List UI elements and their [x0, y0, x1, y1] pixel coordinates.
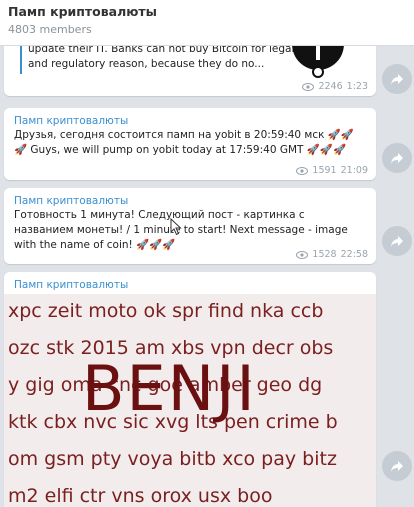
share-button[interactable]: [382, 64, 412, 94]
eye-icon: [296, 250, 309, 259]
channel-title: Памп криптовалюты: [8, 4, 157, 19]
share-icon: [391, 153, 403, 164]
channel-header[interactable]: Памп криптовалюты 4803 members: [0, 0, 414, 46]
share-icon: [391, 236, 403, 247]
share-button[interactable]: [382, 451, 412, 481]
message-bubble: Памп криптовалюты Готовность 1 минута! С…: [4, 188, 376, 264]
message-text: Готовность 1 минута! Следующий пост - ка…: [14, 209, 348, 251]
poster-coin-line: xpc zeit moto ok spr find nka ccb: [8, 300, 324, 322]
poster-coin-line: om gsm pty voya bitb xco pay bitz: [8, 448, 337, 470]
message-time: 21:09: [340, 165, 368, 176]
message-bubble: Памп криптовалюты Друзья, сегодня состои…: [4, 108, 376, 180]
message-meta: 2246 1:23: [302, 81, 368, 92]
message-text: Друзья, сегодня состоится памп на yobit …: [14, 129, 354, 156]
message-text: update their IT. Banks can not buy Bitco…: [28, 46, 295, 70]
message-meta: 1591 21:09: [296, 165, 368, 176]
poster-coin-name: BENJI: [82, 352, 257, 425]
view-count: 1528: [312, 249, 337, 260]
message-sender[interactable]: Памп криптовалюты: [14, 114, 366, 128]
share-button[interactable]: [382, 226, 412, 256]
share-icon: [391, 74, 403, 85]
mouse-cursor-icon: [170, 218, 182, 236]
message-time: 22:58: [340, 249, 368, 260]
coin-poster-image[interactable]: xpc zeit moto ok spr find nka ccb ozc st…: [4, 294, 376, 507]
message-bubble: update their IT. Banks can not buy Bitco…: [4, 46, 376, 96]
message-bubble: Памп криптовалюты xpc zeit moto ok spr f…: [4, 272, 376, 507]
message-meta: 1528 22:58: [296, 249, 368, 260]
channel-logo-icon: [292, 46, 344, 78]
message-sender[interactable]: Памп криптовалюты: [14, 194, 366, 208]
channel-members: 4803 members: [8, 23, 92, 36]
eye-icon: [296, 166, 309, 175]
message-sender[interactable]: Памп криптовалюты: [14, 278, 366, 292]
eye-icon: [302, 82, 315, 91]
quote-bar: [20, 46, 22, 74]
view-count: 2246: [318, 81, 343, 92]
poster-coin-line: m2 elfi ctr vns orox usx boo: [8, 485, 273, 507]
share-button[interactable]: [382, 143, 412, 173]
view-count: 1591: [312, 165, 337, 176]
message-time: 1:23: [346, 81, 368, 92]
message-feed[interactable]: update their IT. Banks can not buy Bitco…: [0, 46, 414, 507]
share-icon: [391, 461, 403, 472]
